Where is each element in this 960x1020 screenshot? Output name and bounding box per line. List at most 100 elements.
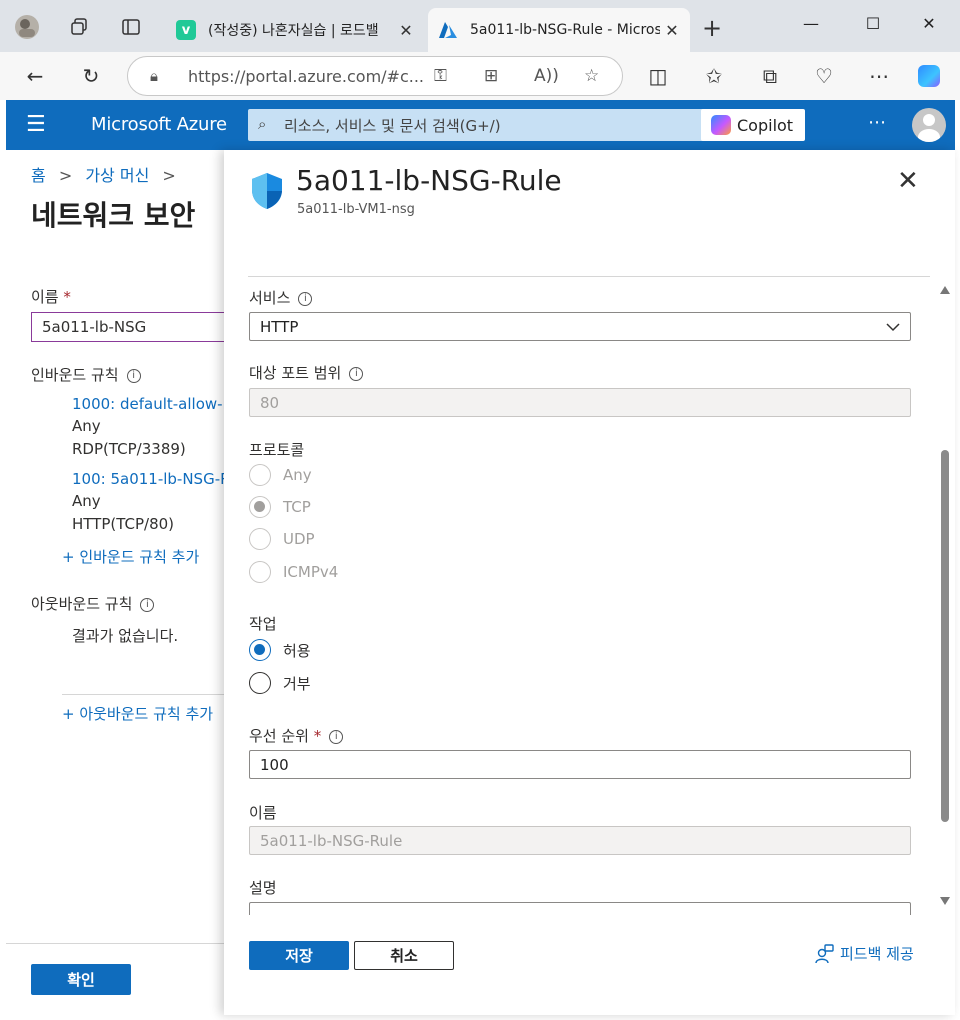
blade-title: 5a011-lb-NSG-Rule (296, 164, 562, 197)
tab-title: 5a011-lb-NSG-Rule - Micros (470, 22, 660, 38)
scrollbar-thumb[interactable] (941, 450, 949, 822)
copilot-icon (711, 115, 731, 135)
rule-name-input[interactable]: 5a011-lb-NSG-Rule (249, 826, 911, 855)
priority-label-text: 우선 순위 (249, 727, 309, 745)
inbound-rule-link[interactable]: 100: 5a011-lb-NSG-R (72, 470, 224, 488)
tab-active[interactable]: 5a011-lb-NSG-Rule - Micros ✕ (428, 8, 690, 52)
service-label: 서비스 i (249, 287, 313, 308)
more-options-icon[interactable]: ⋯ (868, 112, 886, 133)
radio-circle (249, 672, 271, 694)
required-marker: * (63, 288, 71, 306)
radio-label: UDP (283, 530, 315, 548)
outbound-rules-text: 아웃바운드 규칙 (31, 595, 133, 613)
avatar[interactable] (912, 108, 946, 142)
inbound-rule-service: RDP(TCP/3389) (72, 440, 186, 458)
browser-tab-strip: v (작성중) 나혼자실습 | 로드밸 ✕ 5a011-lb-NSG-Rule … (0, 0, 960, 52)
save-button[interactable]: 저장 (249, 941, 349, 970)
outbound-rules-label: 아웃바운드 규칙 i (31, 593, 155, 614)
required-marker: * (313, 727, 322, 745)
info-icon[interactable]: i (349, 366, 364, 381)
settings-more-icon[interactable]: ⋯ (864, 62, 894, 90)
scroll-down-arrow-icon[interactable] (940, 897, 950, 905)
app-grid-icon[interactable]: ⊞ (484, 66, 498, 86)
tab-inactive[interactable]: v (작성중) 나혼자실습 | 로드밸 ✕ (166, 8, 424, 52)
info-icon[interactable]: i (298, 291, 313, 306)
workspaces-icon[interactable] (66, 14, 92, 40)
service-select[interactable]: HTTP (249, 312, 911, 341)
copilot-label: Copilot (737, 115, 794, 135)
protocol-radio-any[interactable]: Any (249, 463, 312, 487)
close-window-icon[interactable]: ✕ (914, 14, 944, 33)
browser-essentials-icon[interactable]: ♡ (809, 62, 839, 90)
port-range-label-text: 대상 포트 범위 (249, 364, 342, 382)
velog-favicon-icon: v (176, 20, 196, 40)
port-range-input[interactable]: 80 (249, 388, 911, 417)
inbound-rule-source: Any (72, 492, 101, 510)
footer-divider (6, 943, 224, 944)
copilot-sidebar-icon[interactable] (914, 62, 944, 90)
radio-label: ICMPv4 (283, 563, 339, 581)
cancel-button[interactable]: 취소 (354, 941, 454, 970)
global-search-input[interactable]: ⌕ 리소스, 서비스 및 문서 검색(G+/) (248, 109, 704, 141)
lock-icon[interactable]: 🔒︎ (150, 67, 158, 85)
read-aloud-icon[interactable]: A)) (534, 66, 559, 86)
priority-label: 우선 순위 * i (249, 725, 344, 746)
feedback-link[interactable]: 피드백 제공 (814, 943, 914, 964)
confirm-button[interactable]: 확인 (31, 964, 131, 995)
collections-icon[interactable]: ⧉ (755, 62, 785, 90)
inbound-rule-service: HTTP(TCP/80) (72, 515, 175, 533)
profile-icon[interactable] (14, 14, 40, 40)
chevron-down-icon (886, 323, 900, 332)
nsg-name-input[interactable]: 5a011-lb-NSG (31, 312, 224, 342)
protocol-radio-udp[interactable]: UDP (249, 527, 315, 551)
back-icon[interactable]: ← (20, 62, 50, 90)
key-icon[interactable]: ⚿ (434, 66, 447, 86)
feedback-icon (815, 943, 834, 963)
maximize-icon[interactable]: ☐ (858, 14, 888, 33)
blade-footer: 저장 취소 피드백 제공 (224, 915, 955, 1015)
breadcrumb-separator: > (162, 166, 176, 185)
breadcrumb-vm[interactable]: 가상 머신 (85, 166, 149, 185)
copilot-button[interactable]: Copilot (701, 109, 805, 141)
info-icon[interactable]: i (126, 368, 141, 383)
minimize-icon[interactable]: — (796, 14, 826, 33)
protocol-radio-tcp[interactable]: TCP (249, 495, 311, 519)
radio-circle (249, 496, 271, 518)
split-screen-icon[interactable]: ◫ (643, 62, 673, 90)
radio-circle (249, 464, 271, 486)
search-icon: ⌕ (258, 115, 267, 133)
add-inbound-rule-link[interactable]: + 인바운드 규칙 추가 (62, 546, 199, 567)
close-tab-icon[interactable]: ✕ (660, 21, 684, 40)
new-tab-icon[interactable]: + (702, 16, 722, 40)
action-radio-allow[interactable]: 허용 (249, 638, 311, 662)
address-bar[interactable]: 🔒︎ https://portal.azure.com/#c... ⚿ ⊞ A)… (127, 56, 623, 96)
divider (62, 694, 224, 695)
radio-label: TCP (283, 498, 311, 516)
info-icon[interactable]: i (329, 729, 344, 744)
info-icon[interactable]: i (140, 597, 155, 612)
scroll-up-arrow-icon[interactable] (940, 286, 950, 294)
breadcrumb: 홈 > 가상 머신 > (31, 162, 176, 186)
inbound-rules-text: 인바운드 규칙 (31, 366, 119, 384)
inbound-rule-link[interactable]: 1000: default-allow-r (72, 395, 224, 413)
breadcrumb-home[interactable]: 홈 (31, 166, 46, 185)
add-outbound-rule-link[interactable]: + 아웃바운드 규칙 추가 (62, 703, 213, 724)
close-tab-icon[interactable]: ✕ (394, 21, 418, 40)
favorite-star-icon[interactable]: ☆ (584, 66, 599, 86)
azure-favicon-icon (438, 20, 458, 40)
close-blade-icon[interactable]: ✕ (897, 168, 919, 194)
url-text[interactable]: https://portal.azure.com/#c... (188, 67, 424, 86)
priority-input[interactable]: 100 (249, 750, 911, 779)
protocol-radio-icmpv4[interactable]: ICMPv4 (249, 560, 338, 584)
inbound-rules-label: 인바운드 규칙 i (31, 364, 141, 385)
azure-brand-link[interactable]: Microsoft Azure (91, 114, 227, 135)
action-radio-deny[interactable]: 거부 (249, 671, 311, 695)
favorites-icon[interactable]: ✩ (699, 62, 729, 90)
service-selected-value: HTTP (260, 318, 299, 336)
refresh-icon[interactable]: ↻ (76, 62, 106, 90)
tab-actions-icon[interactable] (118, 14, 144, 40)
protocol-label: 프로토콜 (249, 441, 305, 459)
description-label: 설명 (249, 879, 277, 897)
port-range-label: 대상 포트 범위 i (249, 362, 364, 383)
portal-menu-icon[interactable]: ☰ (26, 112, 46, 137)
